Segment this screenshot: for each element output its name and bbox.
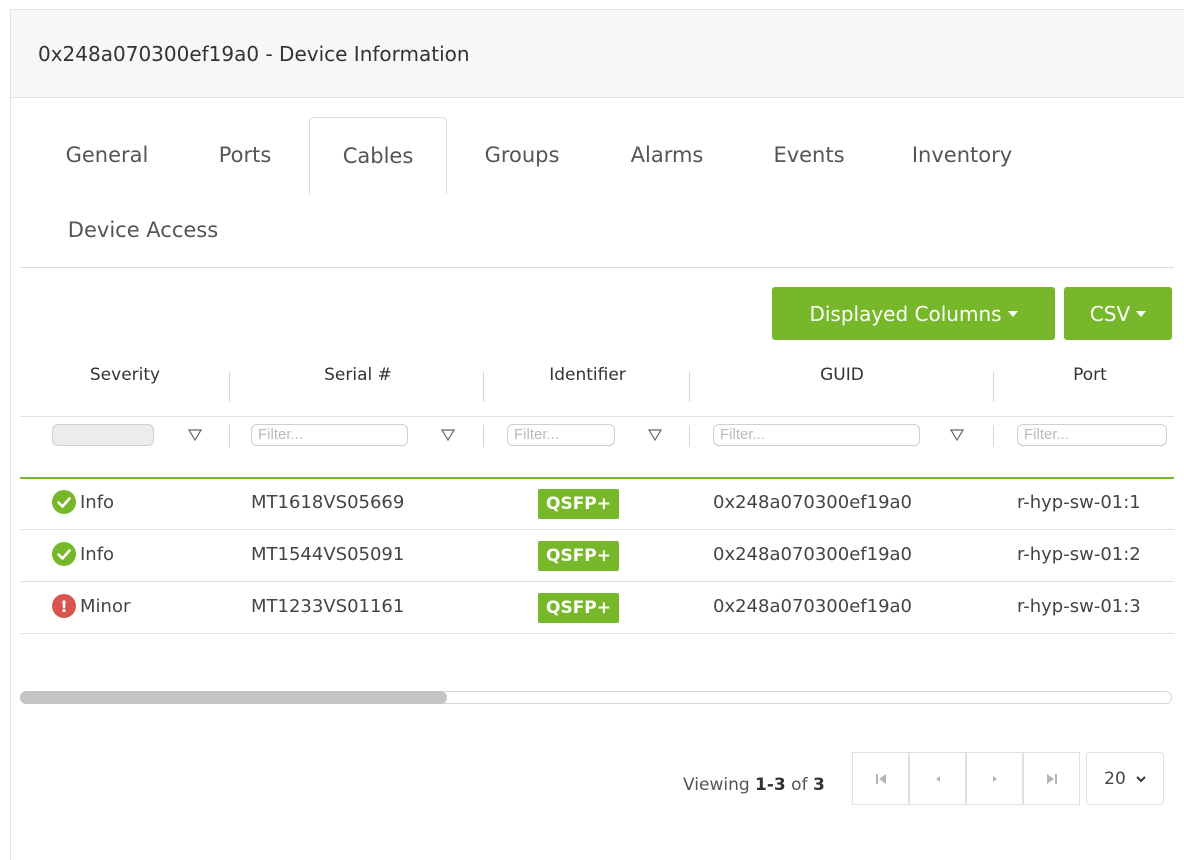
tab-events[interactable]: Events bbox=[756, 117, 862, 193]
guid-cell: 0x248a070300ef19a0 bbox=[713, 596, 913, 617]
first-page-icon bbox=[875, 773, 886, 784]
guid-cell: 0x248a070300ef19a0 bbox=[713, 492, 913, 513]
tab-inventory[interactable]: Inventory bbox=[896, 117, 1028, 193]
tab-groups[interactable]: Groups bbox=[470, 117, 574, 193]
port-cell: r-hyp-sw-01:1 bbox=[1017, 492, 1141, 513]
serial-cell: MT1618VS05669 bbox=[251, 492, 405, 513]
serial-cell: MT1544VS05091 bbox=[251, 544, 405, 565]
guid-filter-input[interactable]: Filter... bbox=[713, 424, 920, 446]
port-cell: r-hyp-sw-01:2 bbox=[1017, 544, 1141, 565]
panel-header: 0x248a070300ef19a0 - Device Information bbox=[11, 10, 1184, 98]
chevron-left-icon bbox=[935, 775, 940, 782]
caret-down-icon bbox=[1136, 310, 1147, 317]
pagination-summary: Viewing 1-3 of 3 bbox=[683, 775, 825, 795]
panel-title: 0x248a070300ef19a0 - Device Information bbox=[38, 41, 470, 66]
column-separator[interactable] bbox=[483, 372, 484, 402]
column-separator[interactable] bbox=[689, 372, 690, 402]
identifier-badge: QSFP+ bbox=[538, 541, 620, 571]
chevron-right-icon bbox=[992, 775, 997, 782]
viewing-range: 1-3 bbox=[755, 775, 786, 795]
filter-icon[interactable] bbox=[188, 428, 202, 442]
last-page-button[interactable] bbox=[1023, 752, 1080, 805]
column-header-guid[interactable]: GUID bbox=[697, 365, 987, 385]
column-separator bbox=[993, 425, 994, 447]
severity-filter[interactable] bbox=[52, 424, 154, 446]
severity-text: Minor bbox=[80, 596, 131, 617]
exclamation-circle-icon: ! bbox=[52, 594, 76, 618]
row-divider bbox=[20, 633, 1174, 634]
tab-cables[interactable]: Cables bbox=[309, 117, 447, 194]
csv-label: CSV bbox=[1089, 301, 1131, 326]
identifier-badge: QSFP+ bbox=[538, 593, 620, 623]
check-circle-icon bbox=[52, 542, 76, 566]
displayed-columns-button[interactable]: Displayed Columns bbox=[772, 287, 1055, 340]
page-size-value: 20 bbox=[1104, 768, 1126, 789]
displayed-columns-label: Displayed Columns bbox=[809, 301, 1002, 326]
check-circle-icon bbox=[52, 490, 76, 514]
column-separator[interactable] bbox=[993, 372, 994, 402]
column-separator bbox=[229, 425, 230, 447]
severity-text: Info bbox=[80, 492, 115, 513]
of-label: of bbox=[791, 775, 808, 795]
severity-text: Info bbox=[80, 544, 115, 565]
filter-divider bbox=[20, 477, 1174, 479]
header-divider bbox=[20, 416, 1174, 417]
column-header-serial[interactable]: Serial # bbox=[238, 365, 478, 385]
column-header-port[interactable]: Port bbox=[1000, 365, 1180, 385]
tab-general[interactable]: General bbox=[52, 117, 162, 193]
viewing-label: Viewing bbox=[683, 775, 750, 795]
viewing-total: 3 bbox=[812, 775, 825, 795]
page-size-select[interactable]: 20 bbox=[1086, 752, 1164, 805]
tab-alarms[interactable]: Alarms bbox=[612, 117, 722, 193]
column-separator bbox=[483, 425, 484, 447]
guid-cell: 0x248a070300ef19a0 bbox=[713, 544, 913, 565]
csv-button[interactable]: CSV bbox=[1064, 287, 1172, 340]
first-page-button[interactable] bbox=[852, 752, 909, 805]
filter-icon[interactable] bbox=[441, 428, 455, 442]
scrollbar-thumb[interactable] bbox=[20, 691, 447, 704]
previous-page-button[interactable] bbox=[909, 752, 966, 805]
serial-cell: MT1233VS01161 bbox=[251, 596, 405, 617]
identifier-badge: QSFP+ bbox=[538, 489, 620, 519]
port-filter-input[interactable]: Filter... bbox=[1017, 424, 1167, 446]
column-separator[interactable] bbox=[229, 372, 230, 402]
filter-icon[interactable] bbox=[950, 428, 964, 442]
identifier-filter-input[interactable]: Filter... bbox=[507, 424, 615, 446]
column-header-severity[interactable]: Severity bbox=[30, 365, 220, 385]
last-page-icon bbox=[1046, 773, 1057, 784]
tab-device-access[interactable]: Device Access bbox=[52, 192, 234, 268]
filter-icon[interactable] bbox=[648, 428, 662, 442]
column-separator bbox=[689, 425, 690, 447]
row-divider bbox=[20, 529, 1174, 530]
next-page-button[interactable] bbox=[966, 752, 1023, 805]
port-cell: r-hyp-sw-01:3 bbox=[1017, 596, 1141, 617]
chevron-down-icon bbox=[1136, 775, 1146, 782]
serial-filter-input[interactable]: Filter... bbox=[251, 424, 408, 446]
row-divider bbox=[20, 581, 1174, 582]
caret-down-icon bbox=[1007, 310, 1018, 317]
tab-divider bbox=[20, 267, 1174, 268]
column-header-identifier[interactable]: Identifier bbox=[490, 365, 685, 385]
tab-ports[interactable]: Ports bbox=[200, 117, 290, 193]
